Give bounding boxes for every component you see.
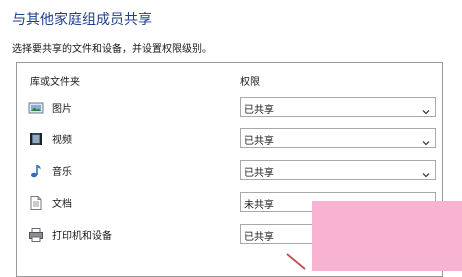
permission-value-printers: 已共享 (244, 232, 274, 243)
chevron-down-icon (421, 133, 431, 146)
permission-value-documents: 未共享 (244, 200, 274, 211)
documents-icon (28, 195, 44, 211)
row-label-videos: 视频 (52, 135, 72, 146)
overlay-block (312, 201, 462, 271)
music-icon (28, 163, 44, 179)
row-label-music: 音乐 (52, 167, 72, 178)
permission-value-videos: 已共享 (244, 136, 274, 147)
instructions-text: 选择要共享的文件和设备，并设置权限级别。 (12, 44, 212, 55)
permission-select-music[interactable]: 已共享 (240, 160, 436, 180)
share-row-pictures: 图片 已共享 (17, 96, 442, 120)
row-label-documents: 文档 (52, 199, 72, 210)
permission-select-videos[interactable]: 已共享 (240, 128, 436, 148)
row-label-pictures: 图片 (52, 104, 72, 115)
row-label-printers: 打印机和设备 (52, 231, 112, 242)
pictures-icon (28, 100, 44, 116)
permission-column-header: 权限 (240, 77, 260, 88)
share-row-videos: 视频 已共享 (17, 127, 442, 151)
videos-icon (28, 131, 44, 147)
library-column-header: 库或文件夹 (30, 77, 80, 88)
chevron-down-icon (421, 102, 431, 115)
printer-icon (28, 227, 44, 243)
share-row-music: 音乐 已共享 (17, 159, 442, 183)
chevron-down-icon (421, 165, 431, 178)
page-title: 与其他家庭组成员共享 (12, 12, 152, 28)
permission-value-pictures: 已共享 (244, 105, 274, 116)
permission-value-music: 已共享 (244, 168, 274, 179)
permission-select-pictures[interactable]: 已共享 (240, 97, 436, 117)
